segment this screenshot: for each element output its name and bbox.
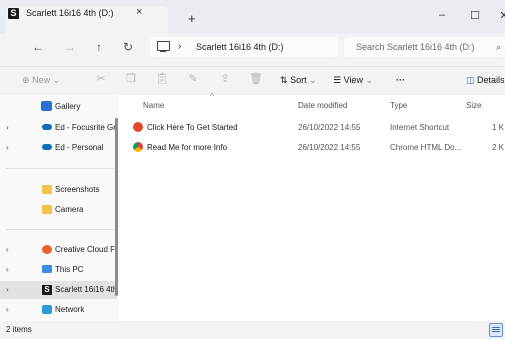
internet-shortcut-icon [133, 122, 143, 132]
chevron-right-icon[interactable]: › [178, 41, 181, 52]
chevron-down-icon: ⌄ [52, 75, 61, 85]
new-tab-button[interactable]: + [188, 11, 196, 26]
sidebar-item-gallery[interactable]: Gallery [0, 98, 117, 116]
drive-icon: S [8, 8, 19, 19]
sidebar-item-this-pc[interactable]: › This PC [0, 261, 117, 279]
sidebar-item-network[interactable]: › Network [0, 301, 117, 319]
file-type: Chrome HTML Do... [390, 143, 462, 152]
file-size: 2 K [492, 143, 505, 152]
details-pane-icon: ◫ [466, 75, 475, 85]
drive-icon: S [42, 285, 52, 295]
sidebar-item-camera[interactable]: Camera [0, 201, 117, 219]
file-date: 26/10/2022 14:55 [298, 143, 361, 152]
paste-icon[interactable]: 📋︎ [155, 73, 169, 85]
column-header-type[interactable]: Type [390, 101, 407, 110]
folder-icon [42, 185, 52, 194]
sidebar-item-label: Network [55, 305, 85, 314]
up-button[interactable]: ↑ [91, 40, 107, 54]
sidebar-item-label: Scarlett 16i16 4th [55, 285, 117, 294]
column-header-size[interactable]: Size [466, 101, 482, 110]
creative-cloud-icon [42, 245, 52, 254]
details-button[interactable]: ◫ Details [466, 75, 505, 86]
copy-icon[interactable]: ❐ [125, 73, 137, 85]
column-header-name[interactable]: Name [143, 101, 164, 110]
sidebar-item-label: This PC [55, 265, 84, 274]
chrome-icon [133, 142, 143, 152]
back-button[interactable]: ← [30, 40, 46, 54]
details-label: Details [477, 75, 505, 85]
more-options-button[interactable]: ··· [396, 75, 405, 85]
network-icon [42, 305, 52, 314]
plus-circle-icon: ⊕ [22, 75, 30, 85]
sidebar-item-label: Ed - Focusrite Gr [55, 123, 116, 132]
file-name: Read Me for more Info [147, 143, 228, 152]
sidebar-item-onedrive-personal[interactable]: › Ed - Personal [0, 139, 117, 157]
chevron-right-icon[interactable]: › [6, 265, 9, 274]
file-date: 26/10/2022 14:55 [298, 123, 361, 132]
view-label: View [343, 75, 363, 85]
forward-button[interactable]: → [62, 40, 78, 54]
minimize-button[interactable]: – [435, 9, 449, 21]
sort-button[interactable]: ⇅ Sort ⌄ [280, 75, 317, 86]
search-placeholder: Search Scarlett 16i16 4th (D:) [356, 42, 475, 52]
delete-icon[interactable]: 🗑︎ [249, 73, 263, 85]
sort-label: Sort [290, 75, 307, 85]
sidebar-item-onedrive-focusrite[interactable]: › Ed - Focusrite Gr [0, 119, 117, 137]
view-icon: ☰ [333, 75, 342, 85]
refresh-button[interactable]: ↻ [120, 40, 136, 54]
chevron-right-icon[interactable]: › [6, 285, 9, 294]
sort-ascending-icon: ^ [210, 91, 215, 101]
table-row[interactable]: Click Here To Get Started 26/10/2022 14:… [118, 119, 505, 137]
sidebar-item-label: Gallery [55, 102, 81, 111]
chevron-right-icon[interactable]: › [6, 245, 9, 254]
chevron-down-icon: ⌄ [365, 75, 374, 85]
new-label: New [32, 75, 51, 85]
details-view-icon[interactable] [489, 323, 503, 337]
address-path[interactable]: Scarlett 16i16 4th (D:) [196, 42, 284, 52]
sidebar-item-scarlett-drive[interactable]: › S Scarlett 16i16 4th [0, 281, 117, 299]
tab-close-icon[interactable]: × [136, 6, 142, 18]
file-size: 1 K [492, 123, 505, 132]
cut-icon[interactable]: ✂ [95, 73, 107, 85]
column-header-date[interactable]: Date modified [298, 101, 347, 110]
sort-icon: ⇅ [280, 75, 288, 85]
rename-icon[interactable]: ✎ [187, 73, 199, 85]
search-icon[interactable]: ⌕ [496, 42, 501, 53]
computer-icon [42, 265, 52, 273]
maximize-button[interactable]: ☐ [468, 9, 482, 22]
view-button[interactable]: ☰ View ⌄ [333, 75, 373, 86]
sidebar-item-creative-cloud[interactable]: › Creative Cloud F [0, 241, 117, 259]
onedrive-icon [42, 144, 52, 150]
status-bar [0, 321, 505, 339]
sidebar-divider [6, 229, 114, 230]
folder-icon [42, 205, 52, 214]
table-row[interactable]: Read Me for more Info 26/10/2022 14:55 C… [118, 139, 505, 157]
sidebar-divider [6, 168, 114, 169]
sidebar-item-label: Ed - Personal [55, 143, 104, 152]
gallery-icon [41, 101, 52, 111]
item-count: 2 items [6, 325, 32, 334]
chevron-right-icon[interactable]: › [6, 143, 9, 152]
onedrive-icon [42, 124, 52, 130]
chevron-right-icon[interactable]: › [6, 305, 9, 314]
tab-title: Scarlett 16i16 4th (D:) [26, 8, 114, 18]
file-type: Internet Shortcut [390, 123, 450, 132]
sidebar-item-label: Camera [55, 205, 84, 214]
close-button[interactable]: ✕ [497, 9, 505, 22]
sidebar-item-screenshots[interactable]: Screenshots [0, 181, 117, 199]
monitor-icon [157, 41, 170, 52]
share-icon[interactable]: ⇪ [219, 73, 231, 85]
sidebar-item-label: Creative Cloud F [55, 245, 116, 254]
sidebar-item-label: Screenshots [55, 185, 100, 194]
new-button[interactable]: ⊕ New ⌄ [22, 75, 60, 86]
chevron-right-icon[interactable]: › [6, 123, 9, 132]
chevron-down-icon: ⌄ [309, 75, 317, 85]
file-name: Click Here To Get Started [147, 123, 238, 132]
